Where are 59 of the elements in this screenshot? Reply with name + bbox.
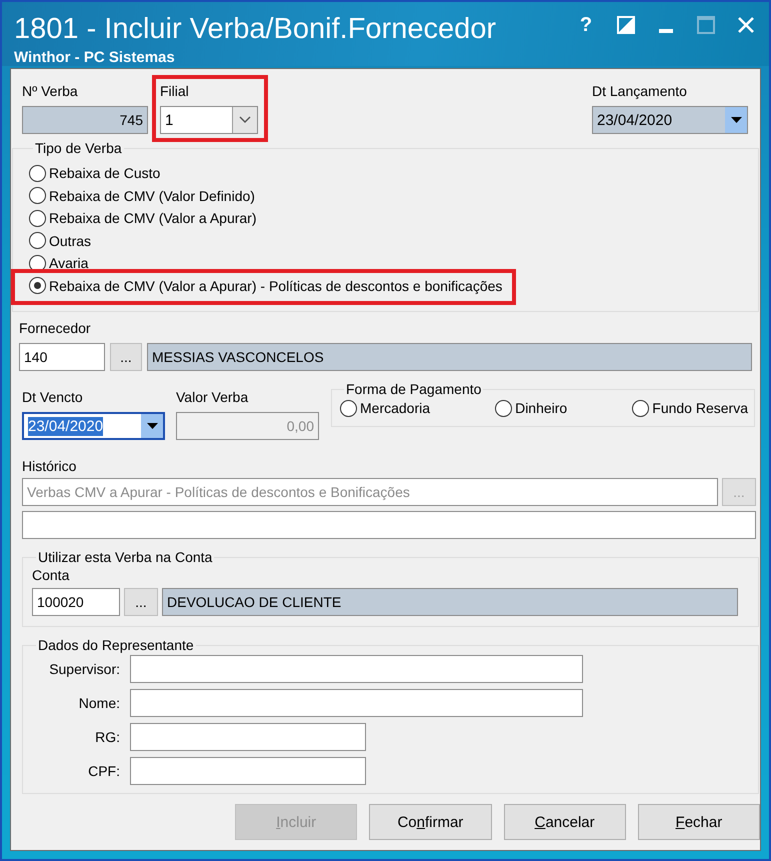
option-label: Rebaixa de CMV (Valor Definido) bbox=[49, 188, 255, 204]
option-label: Rebaixa de CMV (Valor a Apurar) bbox=[49, 210, 256, 226]
group-title: Tipo de Verba bbox=[34, 140, 123, 156]
field-label: Valor Verba bbox=[176, 389, 250, 406]
radio-button[interactable] bbox=[29, 210, 46, 227]
browse-button[interactable]: ... bbox=[124, 588, 158, 616]
group-title: Utilizar esta Verba na Conta bbox=[37, 549, 214, 565]
radio-button[interactable] bbox=[495, 400, 512, 417]
branch-dropdown[interactable]: 1 bbox=[160, 106, 258, 134]
option-label: Avaria bbox=[49, 255, 88, 272]
due-date-dropdown[interactable]: 23/04/2020 bbox=[22, 412, 165, 440]
radio-button[interactable] bbox=[29, 277, 46, 294]
field-label: Nome: bbox=[78, 694, 120, 713]
option-label: Outras bbox=[49, 232, 92, 249]
field-label: CPF: bbox=[87, 762, 120, 781]
caret-down-icon bbox=[146, 423, 158, 429]
radio-button[interactable] bbox=[29, 232, 46, 250]
field-label: Filial bbox=[160, 83, 190, 100]
window-subtitle: Winthor - PC Sistemas bbox=[14, 49, 176, 66]
option-label: Dinheiro bbox=[515, 400, 568, 416]
field-label: Nº Verba bbox=[22, 83, 79, 100]
caret-down-icon bbox=[730, 117, 742, 123]
browse-button[interactable]: ... bbox=[110, 343, 142, 371]
option-label: Rebaixa de Custo bbox=[49, 165, 160, 182]
field-label: Fornecedor bbox=[19, 320, 92, 337]
option-label: Fundo Reserva bbox=[652, 400, 748, 416]
supplier-code-field[interactable]: 140 bbox=[19, 343, 105, 371]
radio-button[interactable] bbox=[632, 400, 650, 417]
group-title: Dados do Representante bbox=[37, 637, 195, 653]
text-input[interactable] bbox=[130, 757, 366, 785]
option-label: Rebaixa de CMV (Valor a Apurar) - Políticas de descontos e bonificações bbox=[49, 278, 502, 294]
supplier-name-field[interactable]: MESSIAS VASCONCELOS bbox=[147, 343, 752, 371]
radio-button[interactable] bbox=[340, 400, 357, 417]
chevron-down-icon bbox=[239, 116, 251, 124]
account-code-field[interactable]: 100020 bbox=[32, 588, 120, 616]
number-field[interactable]: 745 bbox=[22, 106, 148, 134]
option-label: Mercadoria bbox=[360, 400, 430, 416]
radio-button[interactable] bbox=[29, 187, 46, 204]
field-label: RG: bbox=[94, 728, 120, 747]
field-label: Conta bbox=[32, 567, 70, 584]
date-dropdown[interactable]: 23/04/2020 bbox=[592, 106, 748, 134]
account-name-field[interactable]: DEVOLUCAO DE CLIENTE bbox=[162, 588, 738, 616]
minimize-icon bbox=[659, 29, 673, 33]
action-button[interactable]: Fechar bbox=[638, 804, 760, 840]
action-button[interactable]: Confirmar bbox=[369, 804, 492, 840]
field-label: Histórico bbox=[22, 458, 78, 475]
action-button[interactable]: Cancelar bbox=[504, 804, 626, 840]
group-title: Forma de Pagamento bbox=[345, 381, 482, 397]
text-input[interactable] bbox=[130, 655, 583, 683]
help-button[interactable]: ? bbox=[577, 14, 595, 36]
field-label: Supervisor: bbox=[48, 660, 120, 679]
history-line-field[interactable] bbox=[22, 511, 756, 539]
contrast-button[interactable] bbox=[617, 14, 635, 36]
window-title: 1801 - Incluir Verba/Bonif.Fornecedor bbox=[14, 12, 496, 46]
field-label: Dt Vencto bbox=[22, 389, 84, 406]
text-input[interactable] bbox=[130, 723, 366, 751]
text-input[interactable] bbox=[130, 689, 583, 717]
field-label: Dt Lançamento bbox=[592, 83, 688, 100]
radio-button[interactable] bbox=[29, 164, 46, 182]
